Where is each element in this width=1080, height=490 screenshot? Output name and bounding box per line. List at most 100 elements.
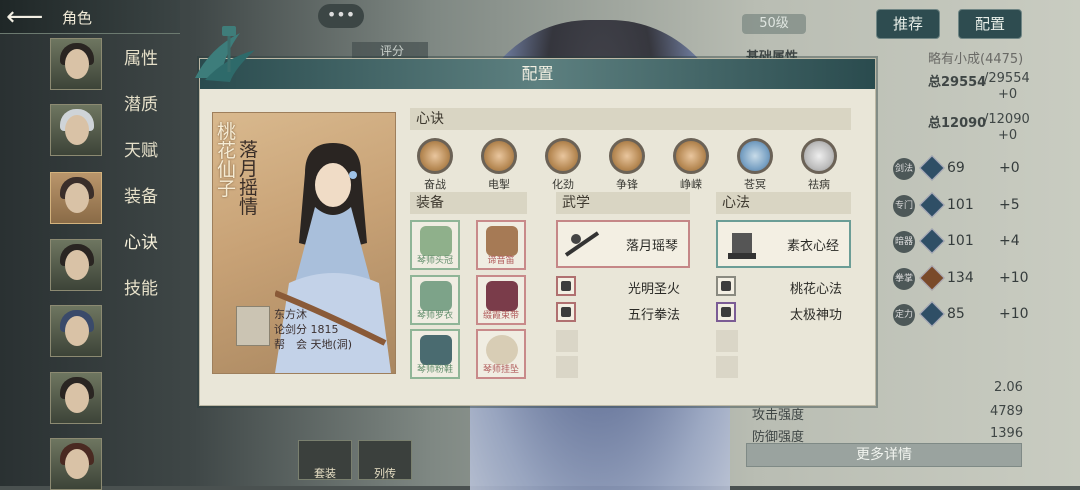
- stat-plus: +5: [999, 197, 1020, 213]
- xinjue-header: 心诀: [410, 108, 851, 130]
- wuxue-name-1: 光明圣火: [628, 282, 681, 297]
- wuxue-name-2: 五行拳法: [628, 308, 681, 323]
- tab-skills[interactable]: 技能: [124, 274, 158, 299]
- portrait-3-selected[interactable]: [50, 172, 102, 224]
- grade-diamond-icon: [919, 155, 945, 181]
- stat-plus: +10: [999, 306, 1029, 322]
- skill-figure-icon: [721, 281, 731, 291]
- wuxue-slot-2[interactable]: [556, 302, 576, 322]
- equip-slot-head[interactable]: 琴师头冠: [410, 220, 460, 270]
- level-badge: 50级: [742, 14, 806, 34]
- bottom-tabs: 套装 列传: [298, 440, 418, 480]
- total2-plus: +0: [998, 128, 1018, 143]
- xinjue-slot[interactable]: 奋战: [413, 138, 457, 192]
- portrait-2[interactable]: [50, 104, 102, 156]
- tab-potential[interactable]: 潜质: [124, 90, 158, 115]
- tab-talent[interactable]: 天赋: [124, 136, 158, 161]
- meditation-icon: [728, 233, 756, 259]
- wuxue-main-slot[interactable]: 落月瑶琴: [556, 220, 690, 268]
- cangming-icon: [737, 138, 773, 174]
- config-button[interactable]: 配置: [958, 9, 1022, 39]
- xinfa-main-name: 素衣心经: [786, 239, 839, 254]
- grade-diamond-icon: [919, 265, 945, 291]
- zhengfeng-icon: [609, 138, 645, 174]
- xinfa-slot-1[interactable]: [716, 276, 736, 296]
- boots-icon: [420, 335, 452, 365]
- stat-value: 134: [947, 270, 974, 286]
- equip-slot-belt[interactable]: 缀霞束带: [476, 275, 526, 325]
- wuxue-slot-1[interactable]: [556, 276, 576, 296]
- stat-type-icon: 暗器: [893, 231, 915, 253]
- tab-attributes[interactable]: 属性: [124, 44, 158, 69]
- xinjue-slot[interactable]: 苍冥: [733, 138, 777, 192]
- owner-info: 东方沐 论剑分 1815 帮 会 天地(洞): [236, 306, 396, 352]
- portrait-1[interactable]: [50, 38, 102, 90]
- qubing-icon: [801, 138, 837, 174]
- portrait-4[interactable]: [50, 239, 102, 291]
- tab-xinjue[interactable]: 心诀: [124, 228, 158, 253]
- xinjue-slot[interactable]: 电掣: [477, 138, 521, 192]
- tab-suit[interactable]: 套装: [298, 440, 352, 480]
- head-crown-icon: [420, 226, 452, 256]
- wuxue-header: 武学: [556, 192, 690, 214]
- portrait-5[interactable]: [50, 305, 102, 357]
- equip-slot-pendant[interactable]: 琴师挂坠: [476, 329, 526, 379]
- total1-max: /29554: [984, 71, 1030, 86]
- stat-row: 专门 101 +5: [893, 192, 1063, 220]
- xinfa-name-1: 桃花心法: [790, 282, 843, 297]
- card-name-main: 桃花仙子: [217, 121, 237, 200]
- stat-type-icon: 剑法: [893, 158, 915, 180]
- portrait-7[interactable]: [50, 438, 102, 490]
- xinfa-name-2: 太极神功: [790, 308, 843, 323]
- top-bar: ⟵ 角色: [0, 0, 180, 34]
- xinfa-empty-slot[interactable]: [716, 330, 738, 352]
- owner-avatar: [236, 306, 270, 346]
- owner-score: 论剑分 1815: [274, 323, 339, 336]
- card-name-sub: 落月摇情: [239, 139, 259, 218]
- dialog-corner-flower-icon: [222, 26, 236, 72]
- xinfa-empty-slot[interactable]: [716, 356, 738, 378]
- xinjue-slot[interactable]: 祛病: [797, 138, 841, 192]
- stat-row: 暗器 101 +4: [893, 228, 1063, 256]
- xinfa-main-slot[interactable]: 素衣心经: [716, 220, 851, 268]
- stat-plus: +0: [999, 160, 1020, 176]
- equip-slot-shoes[interactable]: 琴师粉鞋: [410, 329, 460, 379]
- chat-bubble-icon[interactable]: •••: [318, 4, 364, 28]
- owner-name: 东方沐: [274, 308, 307, 321]
- portrait-6[interactable]: [50, 372, 102, 424]
- stat-type-icon: 专门: [893, 195, 915, 217]
- base-attr-value: 略有小成(4475): [928, 52, 1024, 67]
- tab-biography[interactable]: 列传: [358, 440, 412, 480]
- owner-guild: 帮 会 天地(洞): [274, 338, 353, 351]
- stat-value: 85: [947, 306, 965, 322]
- back-arrow-icon[interactable]: ⟵: [6, 3, 46, 31]
- equip-slot-body[interactable]: 琴师罗衣: [410, 275, 460, 325]
- xinjue-slot[interactable]: 争锋: [605, 138, 649, 192]
- dialog-title: 配置: [200, 59, 875, 89]
- more-details-button[interactable]: 更多详情: [746, 443, 1022, 467]
- total2-max: /12090: [984, 112, 1030, 127]
- xinjue-slot[interactable]: 化劲: [541, 138, 585, 192]
- stat-plus: +4: [999, 233, 1020, 249]
- belt-icon: [486, 281, 518, 311]
- sidebar: 属性 潜质 天赋 装备 心诀 技能: [0, 34, 180, 490]
- fenzhan-icon: [417, 138, 453, 174]
- necklace-icon: [486, 335, 518, 365]
- wuxue-empty-slot[interactable]: [556, 330, 578, 352]
- xinfa-slot-2[interactable]: [716, 302, 736, 322]
- stat-type-icon: 拳掌: [893, 268, 915, 290]
- robe-icon: [420, 281, 452, 311]
- skill-figure-icon: [561, 307, 571, 317]
- stat-value: 101: [947, 197, 974, 213]
- attack-value: 4789: [990, 404, 1024, 419]
- extra-value: 2.06: [994, 380, 1023, 395]
- page-title: 角色: [62, 9, 93, 27]
- wuxue-empty-slot[interactable]: [556, 356, 578, 378]
- tab-equipment[interactable]: 装备: [124, 182, 158, 207]
- xinjue-slot[interactable]: 峥嵘: [669, 138, 713, 192]
- equip-slot-weapon[interactable]: 谛音笛: [476, 220, 526, 270]
- total1-label: 总29554: [928, 75, 987, 90]
- stat-value: 101: [947, 233, 974, 249]
- attack-label: 攻击强度: [752, 408, 805, 423]
- recommend-button[interactable]: 推荐: [876, 9, 940, 39]
